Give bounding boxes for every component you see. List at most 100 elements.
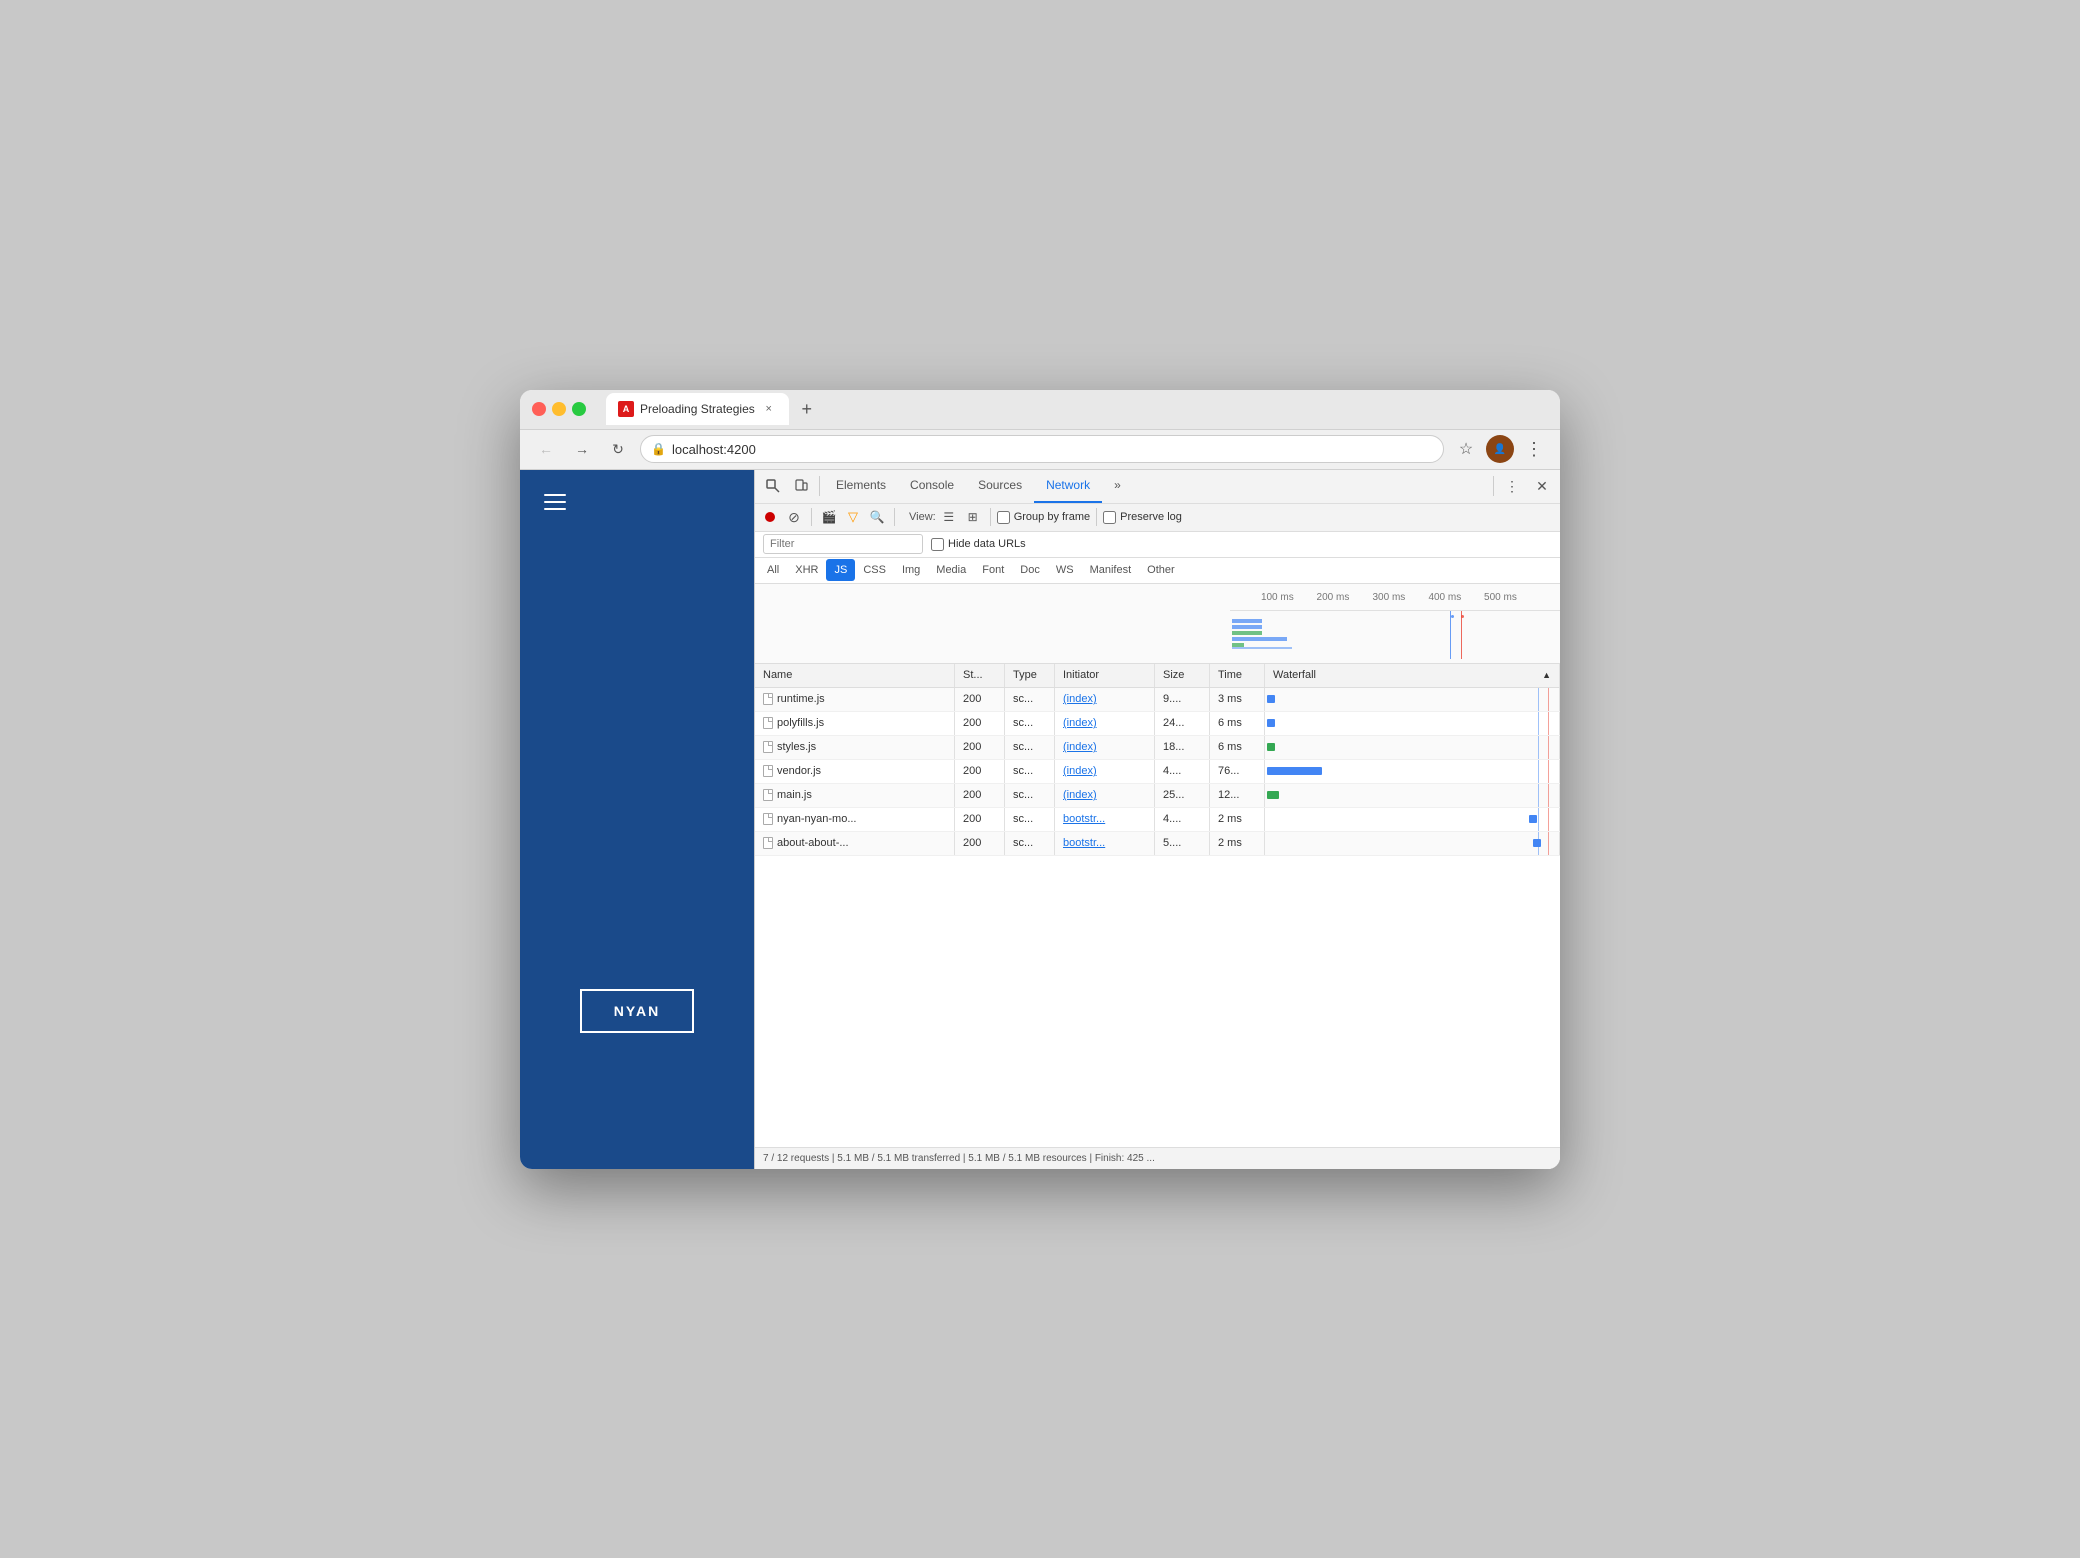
record-button[interactable] bbox=[759, 506, 781, 528]
nav-actions: ☆ 👤 ⋮ bbox=[1452, 435, 1548, 463]
td-initiator[interactable]: (index) bbox=[1055, 784, 1155, 807]
waterfall-bar bbox=[1267, 791, 1279, 799]
forward-button[interactable]: → bbox=[568, 435, 596, 463]
hide-data-urls-label[interactable]: Hide data URLs bbox=[931, 538, 1026, 551]
table-body: runtime.js 200 sc... (index) 9.... 3 ms bbox=[755, 688, 1560, 856]
device-toolbar-button[interactable] bbox=[787, 472, 815, 500]
devtools-close-button[interactable]: ✕ bbox=[1528, 472, 1556, 500]
group-by-frame-label[interactable]: Group by frame bbox=[997, 511, 1090, 524]
td-waterfall bbox=[1265, 736, 1560, 759]
tab-bar: A Preloading Strategies × + bbox=[606, 393, 1548, 425]
th-name[interactable]: Name bbox=[755, 664, 955, 687]
td-initiator[interactable]: (index) bbox=[1055, 712, 1155, 735]
clear-button[interactable]: ⊘ bbox=[783, 506, 805, 528]
filter-ws[interactable]: WS bbox=[1048, 559, 1082, 581]
active-tab[interactable]: A Preloading Strategies × bbox=[606, 393, 789, 425]
reload-button[interactable]: ↻ bbox=[604, 435, 632, 463]
td-status: 200 bbox=[955, 784, 1005, 807]
td-type: sc... bbox=[1005, 760, 1055, 783]
table-row[interactable]: polyfills.js 200 sc... (index) 24... 6 m… bbox=[755, 712, 1560, 736]
devtools-options-button[interactable]: ⋮ bbox=[1498, 472, 1526, 500]
td-initiator[interactable]: bootstr... bbox=[1055, 808, 1155, 831]
devtools-toolbar: Elements Console Sources Network » ⋮ ✕ bbox=[755, 470, 1560, 504]
nyan-button[interactable]: NYAN bbox=[580, 989, 694, 1033]
filter-input[interactable] bbox=[763, 534, 923, 554]
preserve-log-checkbox[interactable] bbox=[1103, 511, 1116, 524]
hamburger-line-3 bbox=[544, 508, 566, 510]
td-initiator[interactable]: (index) bbox=[1055, 688, 1155, 711]
maximize-window-button[interactable] bbox=[572, 402, 586, 416]
waterfall-bar bbox=[1267, 719, 1275, 727]
net-separator-3 bbox=[990, 508, 991, 526]
address-bar[interactable]: 🔒 localhost:4200 bbox=[640, 435, 1444, 463]
td-size: 4.... bbox=[1155, 808, 1210, 831]
bookmark-button[interactable]: ☆ bbox=[1452, 435, 1480, 463]
group-by-frame-checkbox[interactable] bbox=[997, 511, 1010, 524]
filter-all[interactable]: All bbox=[759, 559, 787, 581]
table-row[interactable]: runtime.js 200 sc... (index) 9.... 3 ms bbox=[755, 688, 1560, 712]
table-row[interactable]: about-about-... 200 sc... bootstr... 5..… bbox=[755, 832, 1560, 856]
td-name: polyfills.js bbox=[755, 712, 955, 735]
td-initiator[interactable]: bootstr... bbox=[1055, 832, 1155, 855]
toolbar-separator-2 bbox=[1493, 476, 1494, 496]
td-status: 200 bbox=[955, 760, 1005, 783]
grouped-view-button[interactable]: ⊞ bbox=[962, 506, 984, 528]
th-waterfall[interactable]: Waterfall ▲ bbox=[1265, 664, 1560, 687]
td-time: 6 ms bbox=[1210, 736, 1265, 759]
new-tab-button[interactable]: + bbox=[793, 395, 821, 423]
timeline-label-500ms: 500 ms bbox=[1484, 592, 1517, 603]
devtools-panel: Elements Console Sources Network » ⋮ ✕ bbox=[754, 470, 1560, 1169]
filter-other[interactable]: Other bbox=[1139, 559, 1183, 581]
td-initiator[interactable]: (index) bbox=[1055, 760, 1155, 783]
file-icon bbox=[763, 717, 773, 729]
table-row[interactable]: main.js 200 sc... (index) 25... 12... bbox=[755, 784, 1560, 808]
type-filter-bar: All XHR JS CSS Img Media Font Doc WS Man… bbox=[755, 558, 1560, 584]
hamburger-menu-button[interactable] bbox=[536, 486, 574, 518]
filter-button[interactable]: ▽ bbox=[842, 506, 864, 528]
close-window-button[interactable] bbox=[532, 402, 546, 416]
table-row[interactable]: nyan-nyan-mo... 200 sc... bootstr... 4..… bbox=[755, 808, 1560, 832]
filter-doc[interactable]: Doc bbox=[1012, 559, 1048, 581]
td-waterfall bbox=[1265, 712, 1560, 735]
filter-xhr[interactable]: XHR bbox=[787, 559, 826, 581]
filter-css[interactable]: CSS bbox=[855, 559, 894, 581]
table-row[interactable]: styles.js 200 sc... (index) 18... 6 ms bbox=[755, 736, 1560, 760]
minimize-window-button[interactable] bbox=[552, 402, 566, 416]
tab-console[interactable]: Console bbox=[898, 470, 966, 504]
table-row[interactable]: vendor.js 200 sc... (index) 4.... 76... bbox=[755, 760, 1560, 784]
td-time: 3 ms bbox=[1210, 688, 1265, 711]
traffic-lights bbox=[532, 402, 586, 416]
back-button[interactable]: ← bbox=[532, 435, 560, 463]
filter-manifest[interactable]: Manifest bbox=[1082, 559, 1140, 581]
td-name: nyan-nyan-mo... bbox=[755, 808, 955, 831]
filter-img[interactable]: Img bbox=[894, 559, 928, 581]
th-status[interactable]: St... bbox=[955, 664, 1005, 687]
td-waterfall bbox=[1265, 784, 1560, 807]
main-content: NYAN Elem bbox=[520, 470, 1560, 1169]
capture-screenshots-button[interactable]: 🎬 bbox=[818, 506, 840, 528]
inspect-element-button[interactable] bbox=[759, 472, 787, 500]
list-view-button[interactable]: ☰ bbox=[938, 506, 960, 528]
filter-js[interactable]: JS bbox=[826, 559, 855, 581]
tab-elements[interactable]: Elements bbox=[824, 470, 898, 504]
filter-media[interactable]: Media bbox=[928, 559, 974, 581]
td-initiator[interactable]: (index) bbox=[1055, 736, 1155, 759]
tab-network[interactable]: Network bbox=[1034, 470, 1102, 504]
td-name: main.js bbox=[755, 784, 955, 807]
th-type[interactable]: Type bbox=[1005, 664, 1055, 687]
profile-button[interactable]: 👤 bbox=[1486, 435, 1514, 463]
search-button[interactable]: 🔍 bbox=[866, 506, 888, 528]
tab-close-button[interactable]: × bbox=[761, 401, 777, 417]
td-waterfall bbox=[1265, 688, 1560, 711]
preserve-log-label[interactable]: Preserve log bbox=[1103, 511, 1182, 524]
td-name: styles.js bbox=[755, 736, 955, 759]
menu-button[interactable]: ⋮ bbox=[1520, 435, 1548, 463]
th-time[interactable]: Time bbox=[1210, 664, 1265, 687]
tab-more[interactable]: » bbox=[1102, 470, 1133, 504]
th-size[interactable]: Size bbox=[1155, 664, 1210, 687]
tab-sources[interactable]: Sources bbox=[966, 470, 1034, 504]
timeline-label-100ms: 100 ms bbox=[1261, 592, 1294, 603]
filter-font[interactable]: Font bbox=[974, 559, 1012, 581]
th-initiator[interactable]: Initiator bbox=[1055, 664, 1155, 687]
hide-data-urls-checkbox[interactable] bbox=[931, 538, 944, 551]
